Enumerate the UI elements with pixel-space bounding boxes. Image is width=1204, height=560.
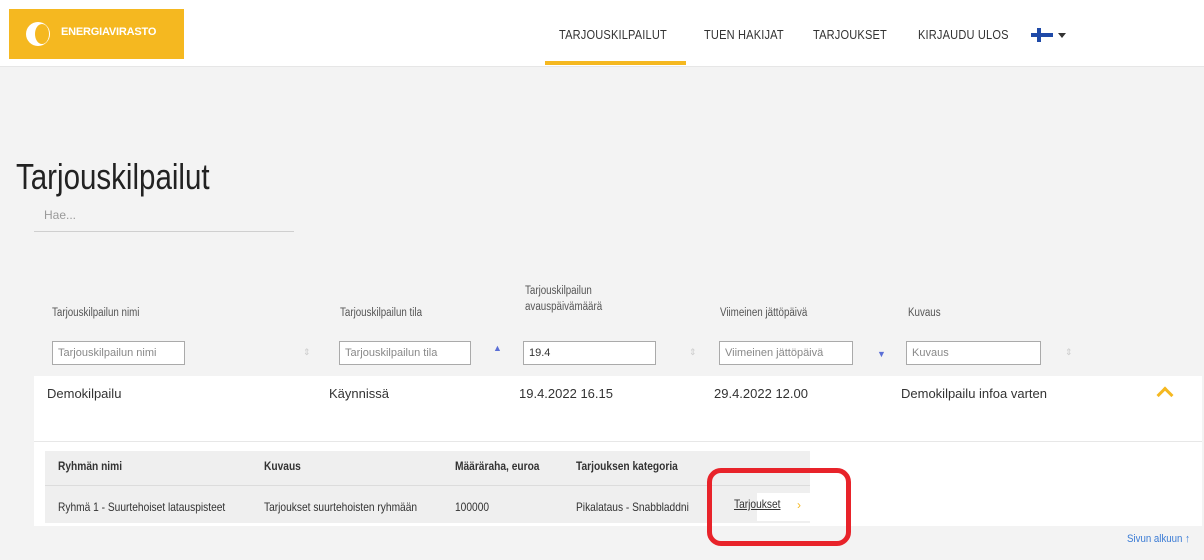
group-subtable: Ryhmän nimi Kuvaus Määräraha, euroa Tarj… [45, 451, 845, 523]
nav-tuen-hakijat[interactable]: TUEN HAKIJAT [704, 27, 784, 42]
nav-tarjouskilpailut[interactable]: TARJOUSKILPAILUT [559, 27, 667, 42]
back-to-top-link[interactable]: Sivun alkuun ↑ [1127, 533, 1190, 545]
row-status: Käynnissä [329, 386, 389, 401]
column-header-open-date-line2[interactable]: avauspäivämäärä [525, 300, 602, 314]
status-filter-input[interactable] [339, 341, 471, 365]
open-date-filter-input[interactable] [523, 341, 656, 365]
column-header-open-date-line1[interactable]: Tarjouskilpailun [525, 284, 592, 298]
sort-descending-icon[interactable]: ▼ [877, 350, 886, 359]
name-filter-input[interactable] [52, 341, 185, 365]
chevron-down-icon[interactable] [1058, 33, 1066, 38]
search-input[interactable] [34, 198, 294, 232]
page-title: Tarjouskilpailut [16, 156, 210, 197]
logo-text: ENERGIAVIRASTO [61, 26, 157, 38]
nav-kirjaudu-ulos[interactable]: KIRJAUDU ULOS [918, 27, 1009, 42]
row-deadline: 29.4.2022 12.00 [714, 386, 808, 401]
row-description: Demokilpailu infoa varten [901, 386, 1047, 401]
highlight-annotation [707, 468, 851, 546]
subtable-header-amount: Määräraha, euroa [455, 459, 540, 473]
column-header-deadline[interactable]: Viimeinen jättöpäivä [720, 306, 807, 320]
nav-active-indicator [545, 61, 686, 65]
subtable-divider [45, 485, 810, 486]
row-open-date: 19.4.2022 16.15 [519, 386, 613, 401]
subtable-amount: 100000 [455, 500, 490, 514]
subtable-description: Tarjoukset suurtehoisten ryhmään [264, 500, 418, 514]
top-navigation-bar: ENERGIAVIRASTO TARJOUSKILPAILUT TUEN HAK… [0, 0, 1204, 67]
subtable-header-category: Tarjouksen kategoria [576, 459, 678, 473]
subtable-header-group-name: Ryhmän nimi [58, 459, 123, 473]
subtable-category: Pikalataus - Snabbladdni [576, 500, 689, 514]
finland-flag-icon[interactable] [1031, 28, 1053, 42]
deadline-filter-input[interactable] [719, 341, 853, 365]
sort-icon[interactable]: ⇕ [303, 348, 311, 357]
description-filter-input[interactable] [906, 341, 1041, 365]
sort-icon[interactable]: ⇕ [689, 348, 697, 357]
sort-ascending-icon[interactable]: ▲ [493, 344, 502, 353]
column-header-description[interactable]: Kuvaus [908, 306, 941, 320]
row-divider [34, 441, 1202, 442]
column-header-status[interactable]: Tarjouskilpailun tila [340, 306, 422, 320]
logo-mark-icon [26, 22, 50, 46]
column-header-name[interactable]: Tarjouskilpailun nimi [52, 306, 139, 320]
subtable-group-name: Ryhmä 1 - Suurtehoiset latauspisteet [58, 500, 226, 514]
nav-tarjoukset[interactable]: TARJOUKSET [813, 27, 887, 42]
energiavirasto-logo[interactable]: ENERGIAVIRASTO [9, 9, 184, 59]
sort-icon[interactable]: ⇕ [1065, 348, 1073, 357]
subtable-header-description: Kuvaus [264, 459, 301, 473]
row-name: Demokilpailu [47, 386, 122, 401]
